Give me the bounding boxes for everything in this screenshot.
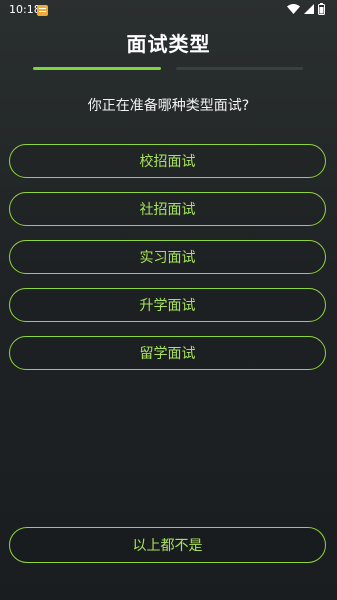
notification-icon bbox=[37, 5, 48, 16]
option-admission-interview[interactable]: 升学面试 bbox=[9, 288, 326, 322]
status-bar: 10:18 bbox=[0, 0, 337, 22]
option-study-abroad-interview[interactable]: 留学面试 bbox=[9, 336, 326, 370]
option-social-interview[interactable]: 社招面试 bbox=[9, 192, 326, 226]
page-title: 面试类型 bbox=[126, 32, 211, 56]
battery-icon bbox=[318, 3, 325, 15]
progress-bar-fill bbox=[33, 67, 161, 70]
option-internship-interview[interactable]: 实习面试 bbox=[9, 240, 326, 274]
question-text: 你正在准备哪种类型面试? bbox=[87, 98, 250, 114]
status-icons bbox=[287, 3, 325, 15]
wifi-icon bbox=[287, 4, 300, 14]
progress-bar-track bbox=[176, 67, 303, 70]
none-of-above-button[interactable]: 以上都不是 bbox=[9, 527, 326, 563]
status-time: 10:18 bbox=[9, 3, 41, 16]
option-campus-interview[interactable]: 校招面试 bbox=[9, 144, 326, 178]
signal-icon bbox=[304, 4, 314, 14]
